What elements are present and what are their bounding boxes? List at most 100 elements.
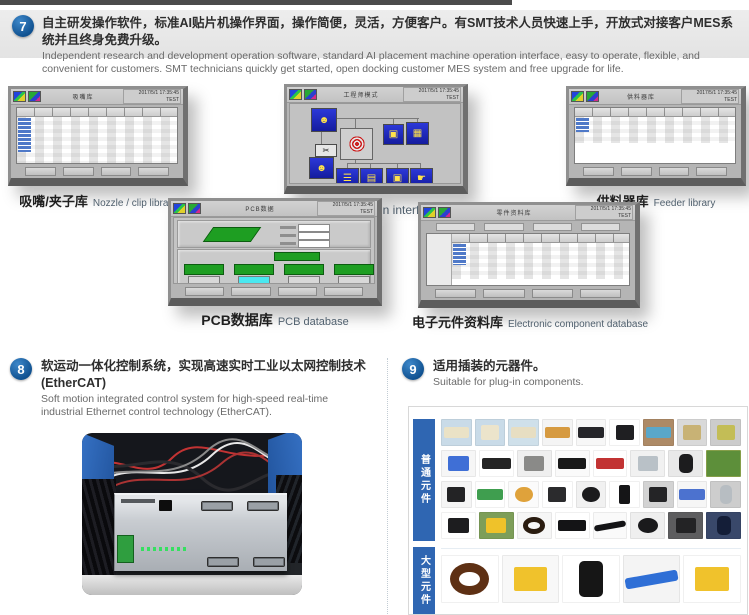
terminal-block [117, 535, 134, 563]
window-title: 吸嘴库 [43, 92, 123, 101]
component-photo [593, 450, 628, 477]
section-number-badge: 7 [12, 15, 34, 37]
conveyor-segment [274, 252, 320, 261]
window-button [101, 167, 132, 176]
pcb-board-shape [203, 227, 262, 242]
window-button [696, 167, 727, 176]
window-title: 零件资料库 [453, 208, 575, 217]
component-photo [441, 450, 476, 477]
component-photo [555, 450, 590, 477]
section7-title-zh: 自主研发操作软件，标准AI贴片机操作界面，操作简便，灵活，方便客户。有SMT技术… [42, 15, 742, 49]
window-titlebar: 工程师模式 2017/5/1 17:35:45 TEST [287, 87, 463, 103]
table-header-row [575, 108, 735, 117]
window-button [435, 289, 476, 298]
main-interface-diagram: ☻ ✂ ☻ ▣ ▦ ☰ ▤ ▣ ☛ [289, 103, 461, 184]
components-panel: 普通元件 大型元件 [408, 406, 748, 615]
pcb-button-highlighted [238, 276, 270, 284]
component-photo [479, 512, 514, 539]
component-row [441, 450, 741, 477]
window-titlebar: 零件资料库 2017/5/1 17:35:45 TEST [421, 205, 635, 221]
component-photo [710, 481, 741, 508]
component-row [441, 481, 741, 508]
component-photo [441, 419, 472, 446]
selected-column [18, 118, 31, 152]
window-button [532, 289, 573, 298]
window-title: 供料器库 [601, 92, 681, 101]
component-photo [677, 419, 708, 446]
selected-column [576, 118, 589, 132]
window-button [621, 167, 652, 176]
component-row [441, 548, 741, 603]
toolbar-button [581, 223, 620, 231]
window-button [231, 287, 270, 296]
component-photo [517, 450, 552, 477]
conveyor-segment [234, 264, 274, 275]
app-icon [438, 207, 451, 218]
window-meta: 2017/5/1 17:35:45 TEST [403, 87, 461, 102]
component-photo [479, 450, 514, 477]
component-photo [441, 481, 472, 508]
window-button [324, 287, 363, 296]
ethernet-port [159, 500, 172, 511]
category-label-large: 大型元件 [413, 547, 435, 614]
hand-icon: ☛ [410, 168, 433, 184]
window-titlebar: 供料器库 2017/5/1 17:35:45 TEST [569, 89, 741, 105]
caption-component-database: 电子元件资料库Electronic component database [400, 312, 660, 332]
window-button-row [569, 167, 741, 176]
worker-icon: ☻ [309, 157, 334, 179]
window-button [63, 167, 94, 176]
window-title: 工程师模式 [319, 90, 403, 99]
section9-title-zh: 适用插装的元器件。 [433, 358, 584, 375]
swirl-logo-icon [348, 135, 366, 153]
window-meta: 2017/5/1 17:35:45 TEST [575, 205, 633, 220]
category-label-ordinary: 普通元件 [413, 419, 435, 541]
component-photo [683, 555, 741, 603]
caption-pcb-database: PCB数据库PCB database [160, 310, 390, 330]
dsub-connector [201, 501, 233, 511]
component-photo [609, 481, 640, 508]
section-8-header: 8 软运动一体化控制系统，实现高速实时工业以太网控制技术(EtherCAT) S… [10, 358, 380, 420]
screenshot-component-database: 零件资料库 2017/5/1 17:35:45 TEST [418, 202, 640, 308]
dsub-connector [253, 557, 285, 567]
component-photo [542, 481, 573, 508]
dsub-connector [247, 501, 279, 511]
component-grid [441, 419, 741, 614]
data-table-image [426, 233, 630, 286]
screenshot-main-interface: 工程师模式 2017/5/1 17:35:45 TEST ☻ ✂ ☻ ▣ ▦ ☰… [284, 84, 468, 194]
controller-label [121, 499, 155, 503]
component-photo [441, 512, 476, 539]
toolbar-button [436, 223, 475, 231]
component-photo [576, 419, 607, 446]
section-divider [387, 358, 388, 614]
window-button [25, 167, 56, 176]
window-title: PCB数据 [203, 204, 317, 213]
app-icon [586, 91, 599, 102]
section-number-badge: 8 [10, 358, 32, 380]
component-photo [441, 555, 499, 603]
brand-logo [340, 128, 373, 160]
window-button-row [11, 167, 183, 176]
toolbar-button [484, 223, 523, 231]
component-photo [623, 555, 681, 603]
component-photo [508, 419, 539, 446]
scissors-icon: ✂ [315, 144, 337, 157]
selected-column [453, 244, 466, 265]
app-icon [13, 91, 26, 102]
component-photo [542, 419, 573, 446]
table-header-row [452, 234, 629, 243]
caption-nozzle-library: 吸嘴/夹子库Nozzle / clip library [8, 191, 188, 211]
pcb-button [188, 276, 220, 284]
app-icon [188, 203, 201, 214]
section-number-badge: 9 [402, 358, 424, 380]
pcb-button [338, 276, 370, 284]
pcb-button [288, 276, 320, 284]
window-button [138, 167, 169, 176]
data-list-icon: ☰ [336, 168, 359, 184]
component-photo [630, 450, 665, 477]
section7-title-en: Independent research and development ope… [42, 50, 742, 77]
component-photo [475, 481, 506, 508]
data-table-image [16, 107, 178, 164]
ethercat-controller [114, 493, 287, 571]
window-button [583, 167, 614, 176]
conveyor-segment [184, 264, 224, 275]
